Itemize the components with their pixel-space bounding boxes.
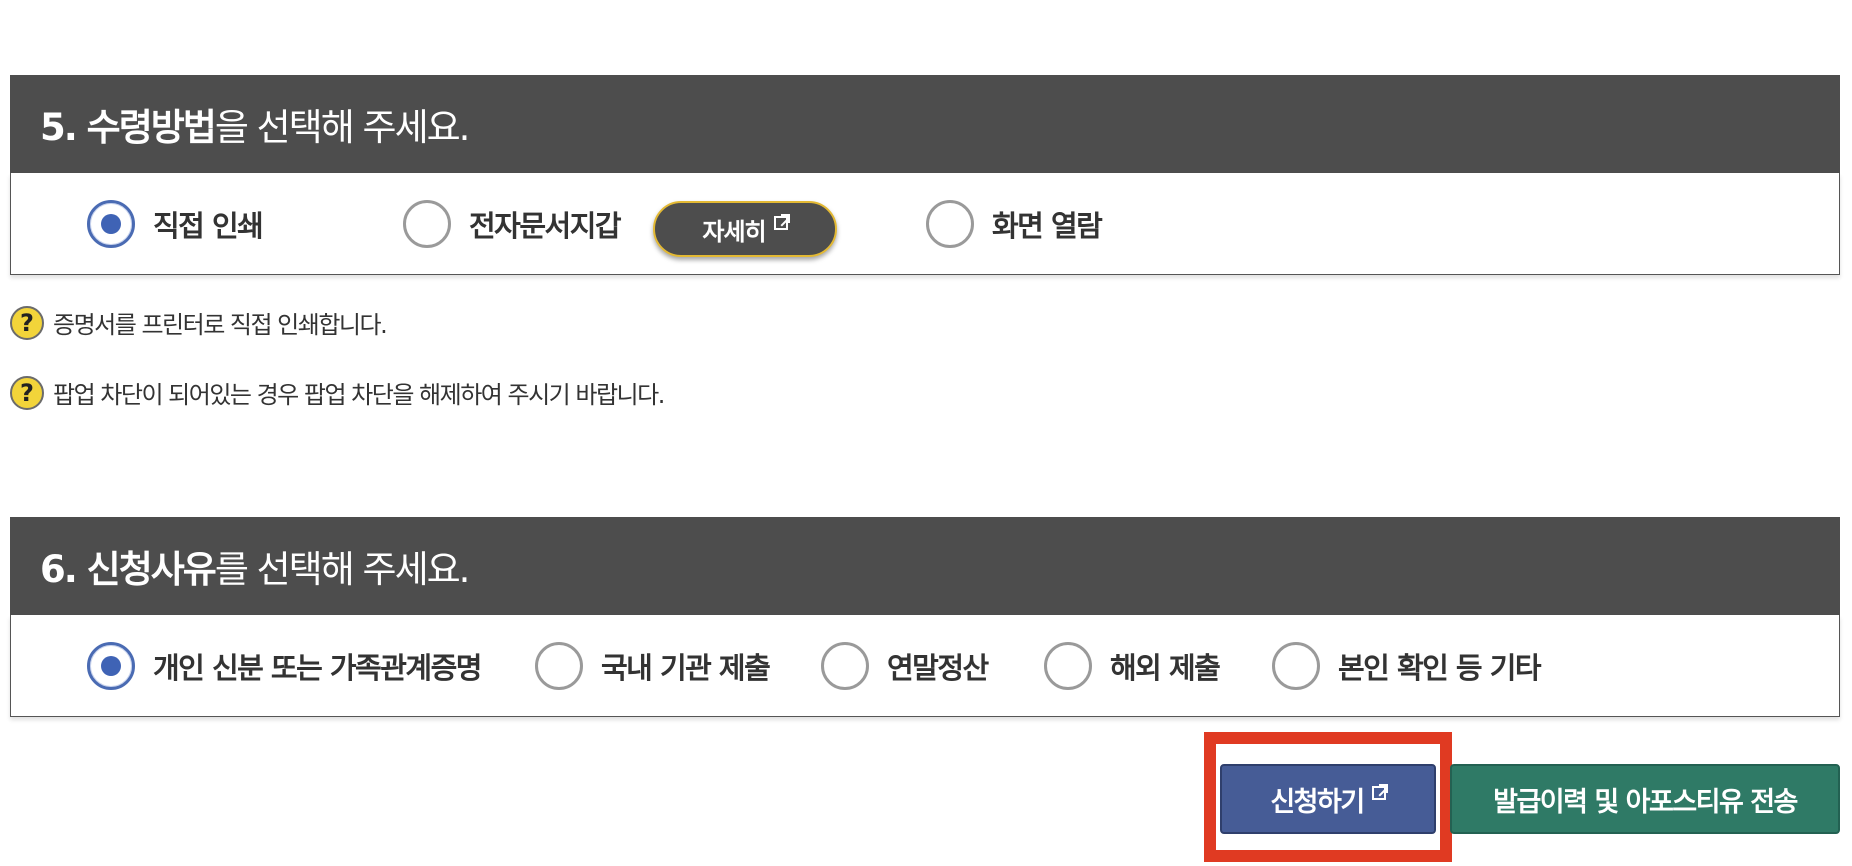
radio-label: 연말정산: [887, 650, 989, 685]
radio-unchecked-icon[interactable]: [926, 199, 974, 248]
help-line: ? 증명서를 프린터로 직접 인쇄합니다.: [10, 305, 388, 340]
radio-label: 국내 기관 제출: [601, 650, 771, 685]
apply-button[interactable]: 신청하기: [1220, 764, 1436, 834]
radio-checked-icon[interactable]: [87, 199, 135, 248]
application-reason-options: 개인 신분 또는 가족관계증명 국내 기관 제출 연말정산 해외 제출 본인 확…: [10, 615, 1840, 717]
detail-button[interactable]: 자세히: [653, 201, 837, 257]
radio-unchecked-icon[interactable]: [535, 641, 583, 690]
radio-label: 화면 열람: [992, 208, 1103, 243]
section5-title-strong: 5. 수령방법: [40, 106, 217, 149]
help-line: ? 팝업 차단이 되어있는 경우 팝업 차단을 해제하여 주시기 바랍니다.: [10, 375, 665, 410]
send-button-label: 발급이력 및 아포스티유 전송: [1493, 786, 1798, 818]
send-history-apostille-button[interactable]: 발급이력 및 아포스티유 전송: [1450, 764, 1840, 834]
radio-option-screen-view[interactable]: 화면 열람: [926, 173, 1103, 274]
radio-unchecked-icon[interactable]: [1044, 641, 1092, 690]
radio-label: 전자문서지갑: [469, 208, 622, 243]
help-text: 증명서를 프린터로 직접 인쇄합니다.: [53, 311, 388, 339]
receipt-method-options: 직접 인쇄 전자문서지갑 자세히 화면 열람: [10, 173, 1840, 275]
section6-title-rest: 를 선택해 주세요.: [214, 548, 471, 591]
external-link-icon: [773, 214, 790, 230]
question-mark-icon: ?: [10, 305, 44, 340]
radio-unchecked-icon[interactable]: [1272, 641, 1320, 690]
section5-title-rest: 을 선택해 주세요.: [214, 106, 471, 149]
radio-label: 해외 제출: [1110, 650, 1221, 685]
question-mark-icon: ?: [10, 375, 44, 410]
radio-unchecked-icon[interactable]: [821, 641, 869, 690]
radio-option-personal-id[interactable]: 개인 신분 또는 가족관계증명: [87, 615, 482, 716]
radio-option-other[interactable]: 본인 확인 등 기타: [1272, 615, 1542, 716]
section6-header: 6. 신청사유 를 선택해 주세요.: [10, 517, 1840, 615]
radio-option-direct-print[interactable]: 직접 인쇄: [87, 173, 264, 274]
radio-option-e-wallet[interactable]: 전자문서지갑: [403, 173, 622, 274]
section5-header: 5. 수령방법 을 선택해 주세요.: [10, 75, 1840, 173]
radio-checked-icon[interactable]: [87, 641, 135, 690]
apply-button-label: 신청하기: [1270, 786, 1365, 818]
section6-title-strong: 6. 신청사유: [40, 548, 217, 591]
radio-option-overseas-submit[interactable]: 해외 제출: [1044, 615, 1221, 716]
radio-option-domestic-submit[interactable]: 국내 기관 제출: [535, 615, 771, 716]
help-text: 팝업 차단이 되어있는 경우 팝업 차단을 해제하여 주시기 바랍니다.: [53, 381, 665, 409]
radio-label: 직접 인쇄: [153, 208, 264, 243]
radio-label: 본인 확인 등 기타: [1338, 650, 1542, 685]
radio-label: 개인 신분 또는 가족관계증명: [153, 650, 482, 685]
detail-button-label: 자세히: [702, 217, 766, 246]
external-link-icon: [1371, 784, 1388, 800]
radio-option-year-end-tax[interactable]: 연말정산: [821, 615, 989, 716]
radio-unchecked-icon[interactable]: [403, 199, 451, 248]
